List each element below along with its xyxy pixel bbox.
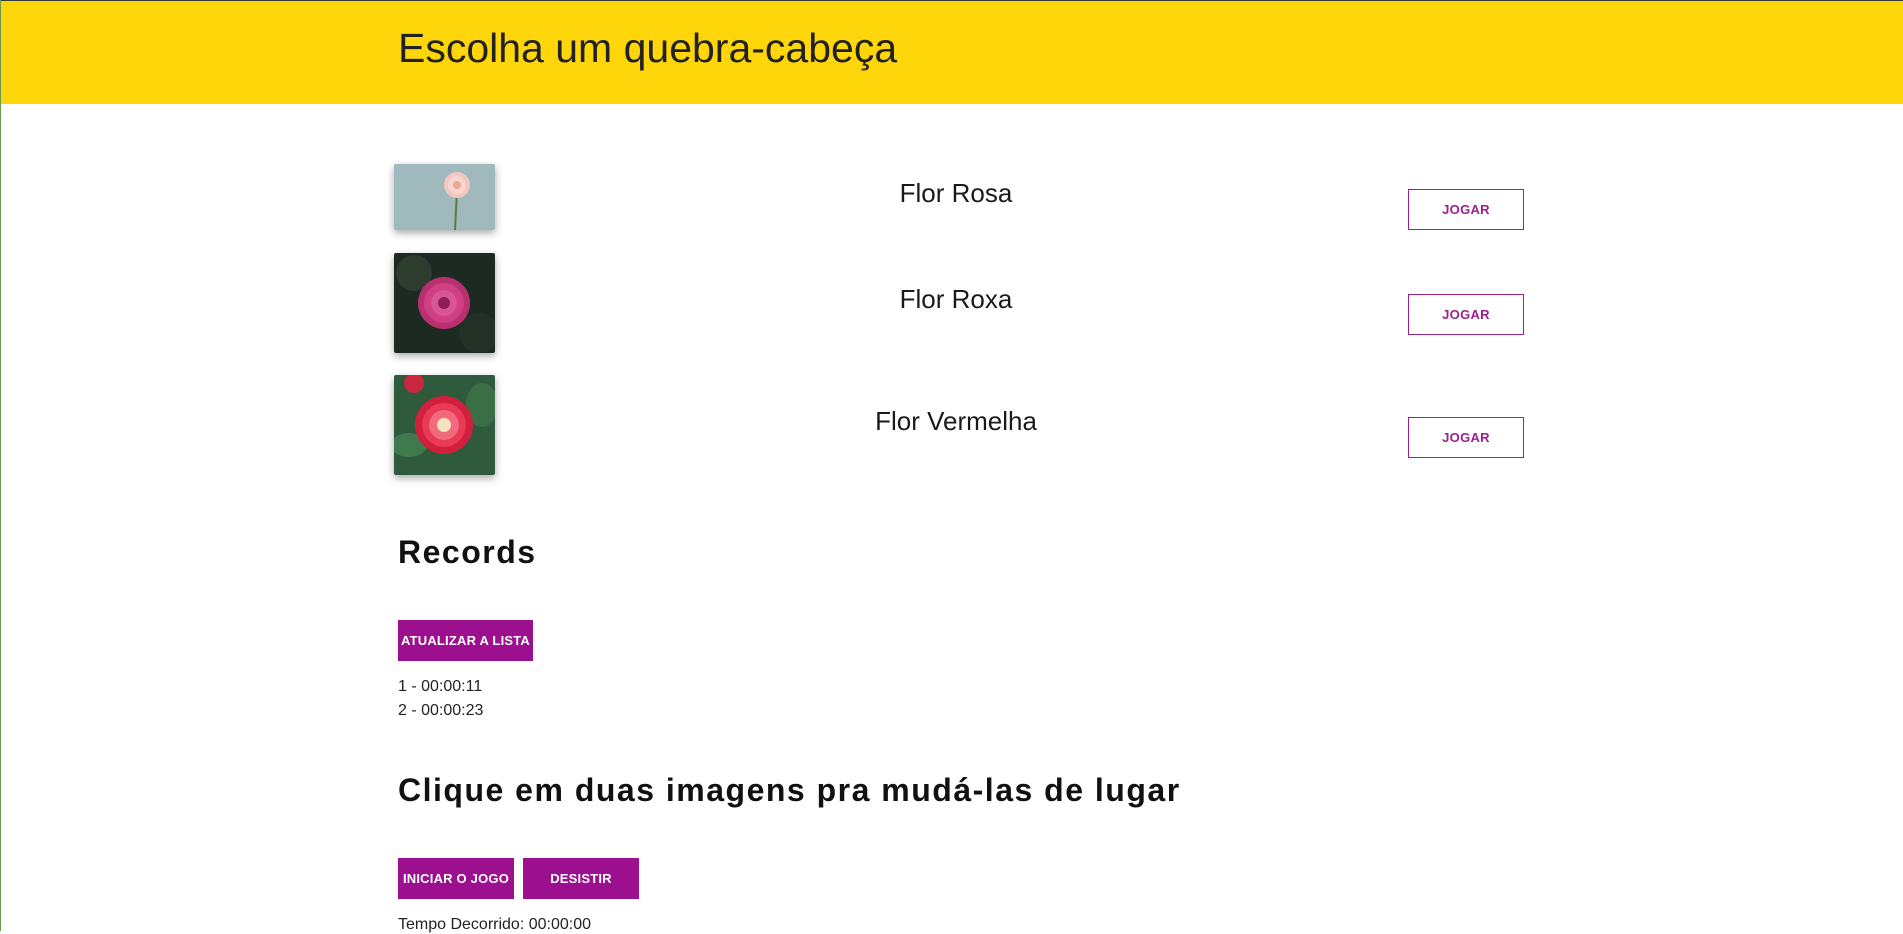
puzzle-name: Flor Rosa [899, 178, 1013, 208]
records-title: Records [398, 534, 537, 570]
play-button-flor-rosa[interactable]: JOGAR [1408, 189, 1524, 230]
record-item: 2 - 00:00:23 [398, 702, 484, 719]
play-button-flor-roxa[interactable]: JOGAR [1408, 294, 1524, 335]
red-flower-photo-icon [394, 375, 495, 475]
puzzle-thumbnail-flor-vermelha[interactable] [394, 375, 495, 475]
page-title: Escolha um quebra-cabeça [398, 25, 898, 71]
refresh-records-button[interactable]: ATUALIZAR A LISTA [398, 620, 533, 661]
puzzle-thumbnail-flor-roxa[interactable] [394, 253, 495, 353]
game-instructions-title: Clique em duas imagens pra mudá-las de l… [398, 772, 1181, 808]
elapsed-time: Tempo Decorrido: 00:00:00 [398, 916, 591, 933]
record-item: 1 - 00:00:11 [398, 678, 483, 695]
page-header: Escolha um quebra-cabeça [1, 0, 1903, 104]
start-game-button[interactable]: INICIAR O JOGO [398, 858, 514, 899]
puzzle-name: Flor Vermelha [875, 406, 1037, 436]
quit-game-button[interactable]: DESISTIR [523, 858, 639, 899]
play-button-flor-vermelha[interactable]: JOGAR [1408, 417, 1524, 458]
pink-flower-photo-icon [394, 164, 495, 230]
puzzle-thumbnail-flor-rosa[interactable] [394, 164, 495, 230]
puzzle-name: Flor Roxa [899, 284, 1013, 314]
purple-flower-photo-icon [394, 253, 495, 353]
